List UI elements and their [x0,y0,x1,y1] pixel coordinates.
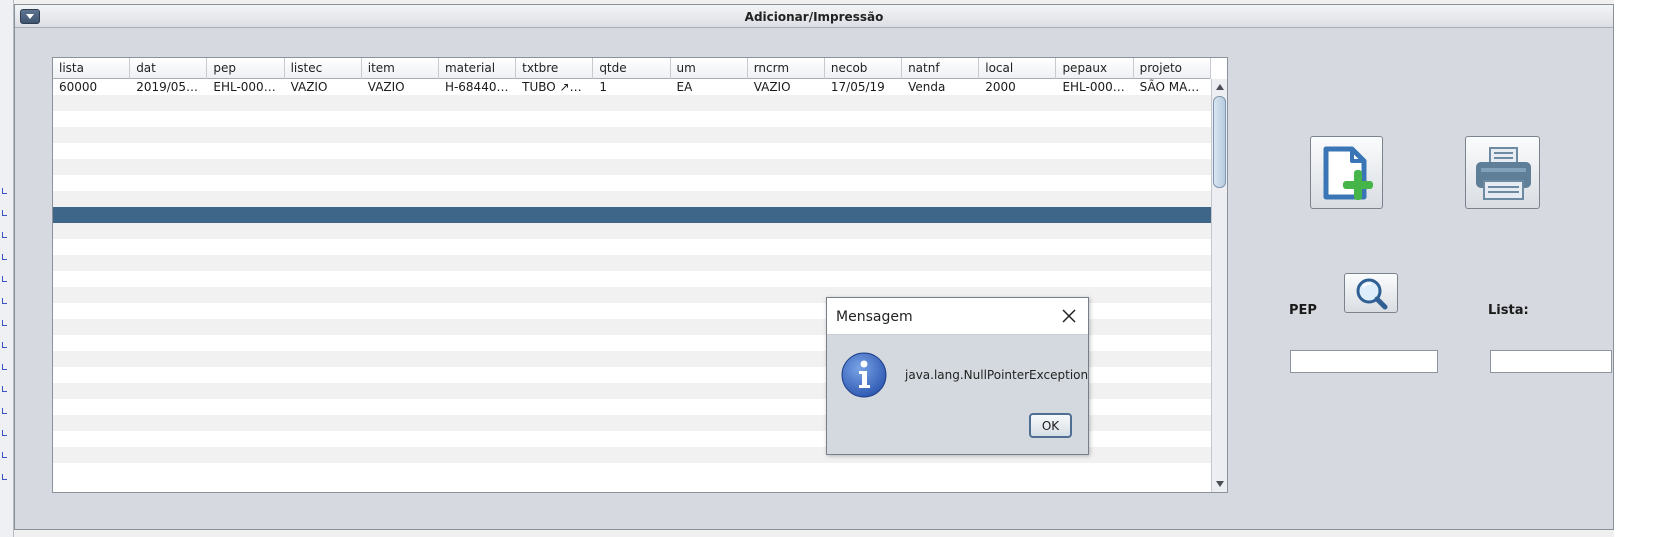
column-header-material[interactable]: material [439,58,517,79]
table-header: lista dat pep listec item material txtbre qtde u… [53,58,1211,79]
table-row[interactable] [53,111,1211,127]
column-header-txtbre[interactable]: txtbre [516,58,594,79]
scroll-up-arrow-icon[interactable] [1212,79,1228,95]
table-cell-dat: 2019/05/14 [136,80,206,94]
column-header-pepaux[interactable]: pepaux [1056,58,1134,79]
table-cell-pepaux: EHL-0002... [1062,80,1132,94]
frame-title: Adicionar/Impressão [744,10,884,24]
column-header-um[interactable]: um [671,58,748,79]
table-row[interactable] [53,191,1211,207]
message-dialog: Mensagem java.lang.NullPointerException … [826,297,1089,455]
table-row[interactable] [53,175,1211,191]
table-row[interactable] [53,463,1211,479]
print-button[interactable] [1465,136,1540,209]
column-header-qtde[interactable]: qtde [593,58,671,79]
table-cell-pep: EHL-0002... [213,80,283,94]
table-row[interactable] [53,223,1211,239]
table-row[interactable] [53,159,1211,175]
column-header-lista[interactable]: lista [53,58,131,79]
table-cell-txtbre: TUBO ↗1.... [522,80,593,94]
column-header-local[interactable]: local [979,58,1057,79]
table-row-selected[interactable] [53,207,1211,223]
column-header-dat[interactable]: dat [130,58,208,79]
ok-button[interactable]: OK [1029,413,1072,438]
column-header-pep[interactable]: pep [207,58,285,79]
table-cell-natnf: Venda [908,80,946,94]
lista-input[interactable] [1490,350,1612,373]
table-row[interactable] [53,255,1211,271]
table-cell-rncrm: VAZIO [753,80,791,94]
pep-label: PEP [1289,303,1317,318]
dialog-titlebar[interactable]: Mensagem [827,298,1088,335]
lista-label: Lista: [1488,303,1529,318]
new-document-plus-icon [1323,146,1373,200]
magnifier-icon [1356,278,1388,310]
column-header-natnf[interactable]: natnf [902,58,980,79]
dialog-message: java.lang.NullPointerException [905,368,1089,382]
table-cell-qtde: 1 [599,80,607,94]
left-edge-strip [0,0,14,537]
table-row[interactable]: 60000 2019/05/14 EHL-0002... VAZIO VAZIO H-68… [53,79,1211,95]
internal-frame: Adicionar/Impressão lista dat pep listec ite… [14,4,1614,530]
table-cell-material: H-684400... [444,80,516,94]
column-header-necob[interactable]: necob [825,58,903,79]
table-cell-um: EA [676,80,693,94]
scroll-down-arrow-icon[interactable] [1212,476,1228,492]
table-cell-listec: VAZIO [290,80,328,94]
search-button[interactable] [1344,273,1398,313]
table-cell-projeto: SÃO MAN... [1139,80,1208,94]
vertical-scrollbar[interactable] [1211,79,1227,492]
frame-titlebar[interactable]: Adicionar/Impressão [15,5,1613,28]
printer-icon [1476,147,1531,200]
table-cell-item: VAZIO [367,80,405,94]
table-row[interactable] [53,143,1211,159]
table-cell-necob: 17/05/19 [830,80,885,94]
table-row[interactable] [53,239,1211,255]
scroll-thumb[interactable] [1213,96,1226,188]
column-header-item[interactable]: item [362,58,439,79]
column-header-listec[interactable]: listec [285,58,362,79]
column-header-rncrm[interactable]: rncrm [748,58,825,79]
add-document-button[interactable] [1310,136,1383,209]
right-edge-area [1614,0,1657,537]
table-row[interactable] [53,271,1211,287]
table-row[interactable] [53,95,1211,111]
close-icon[interactable] [1060,307,1078,325]
pep-input[interactable] [1290,350,1438,373]
table-cell-local: 2000 [985,80,1016,94]
table-row[interactable] [53,127,1211,143]
dialog-title: Mensagem [836,309,913,325]
table-cell-lista: 60000 [59,80,98,94]
column-header-projeto[interactable]: projeto [1134,58,1211,79]
info-icon [841,352,887,398]
